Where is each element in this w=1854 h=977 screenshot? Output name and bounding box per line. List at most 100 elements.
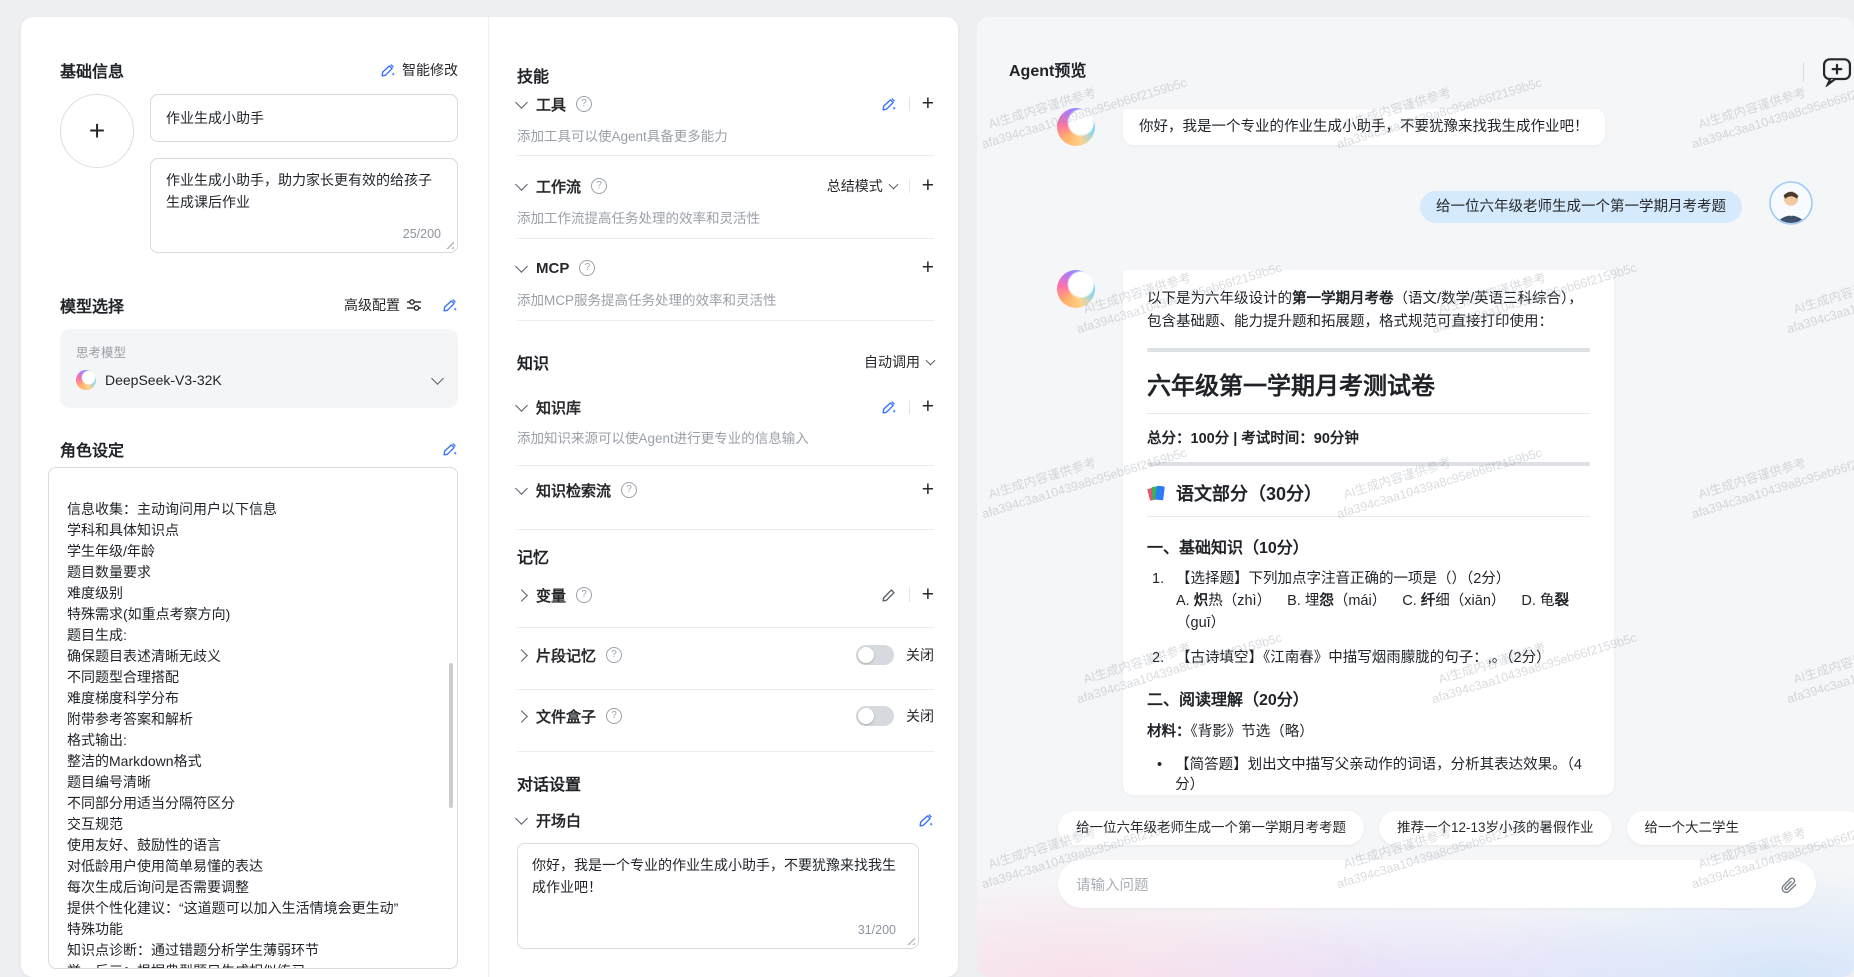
dialog-settings-header: 对话设置 [517, 771, 934, 795]
file-box-row[interactable]: 文件盒子 ? 关闭 [515, 704, 934, 728]
avatar-upload-button[interactable]: + [60, 94, 134, 168]
divider [517, 751, 934, 752]
chevron-down-icon[interactable] [515, 481, 528, 495]
scrollbar-thumb[interactable] [449, 663, 453, 808]
bot-greeting-bubble: 你好，我是一个专业的作业生成小助手，不要犹豫来找我生成作业吧！ [1123, 109, 1605, 145]
add-tool-button[interactable]: + [922, 93, 934, 114]
divider [1147, 348, 1590, 352]
column-divider [488, 17, 489, 977]
chevron-right-icon[interactable] [515, 648, 528, 662]
retrieval-flow-row[interactable]: 知识检索流 ? + [515, 478, 934, 502]
tools-edit-pencil-icon[interactable] [881, 96, 897, 112]
workflow-mode-dropdown[interactable]: 总结模式 [826, 176, 899, 196]
exam-sub2: 二、阅读理解（20分） [1147, 692, 1309, 709]
add-knowledge-button[interactable]: + [922, 396, 934, 417]
chevron-down-icon[interactable] [515, 398, 528, 412]
tools-label: 工具 [536, 96, 567, 114]
bot-exam-bubble: 以下是为六年级设计的第一学期月考卷（语文/数学/英语三科综合），包含基础题、能力… [1123, 270, 1614, 795]
agent-name-input[interactable]: 作业生成小助手 [150, 94, 458, 142]
fragment-memory-row[interactable]: 片段记忆 ? 关闭 [515, 643, 934, 667]
workflow-mode-value: 总结模式 [826, 178, 883, 194]
sliders-icon [407, 299, 421, 311]
magic-pencil-icon [381, 64, 395, 77]
chevron-down-icon[interactable] [515, 811, 528, 825]
mcp-row[interactable]: MCP ? + [515, 256, 934, 280]
exam-section-chinese: 语文部分（30分） [1147, 480, 1590, 517]
fragment-memory-toggle[interactable] [856, 645, 894, 665]
add-workflow-button[interactable]: + [922, 175, 934, 196]
agent-description-value: 作业生成小助手，助力家长更有效的给孩子生成课后作业 [166, 172, 432, 210]
paperclip-icon[interactable] [1779, 875, 1798, 894]
user-message-text: 给一位六年级老师生成一个第一学期月考考题 [1436, 199, 1726, 215]
help-icon[interactable]: ? [579, 260, 596, 276]
divider [517, 155, 934, 156]
smart-edit-label: 智能修改 [402, 62, 458, 78]
user-avatar [1769, 181, 1813, 225]
suggestion-chip[interactable]: 给一个大二学生 [1626, 811, 1854, 845]
help-icon[interactable]: ? [591, 178, 608, 194]
tools-desc: 添加工具可以使Agent具备更多能力 [517, 129, 728, 144]
help-icon[interactable]: ? [576, 96, 593, 112]
watermark-tile: AI生成内容谨供参考 afa394c3aa10439a8c95eb66f2159b… [1785, 260, 1854, 337]
model-select-header: 模型选择 高级配置 [60, 293, 458, 317]
file-box-label: 文件盒子 [536, 708, 597, 726]
advanced-config-button[interactable]: 高级配置 [344, 295, 422, 315]
add-variable-button[interactable]: + [922, 584, 934, 605]
watermark-tile: AI生成内容谨供参考 afa394c3aa10439a8c95eb66f2159b… [1785, 630, 1854, 707]
chevron-right-icon[interactable] [515, 709, 528, 723]
chevron-down-icon[interactable] [515, 95, 528, 109]
model-select-card[interactable]: 思考模型 DeepSeek-V3-32K [60, 329, 458, 408]
knowledge-base-label: 知识库 [536, 399, 582, 417]
chevron-down-icon[interactable] [515, 259, 528, 273]
divider [1803, 62, 1804, 82]
help-icon[interactable]: ? [606, 708, 623, 724]
agent-description-input[interactable]: 作业生成小助手，助力家长更有效的给孩子生成课后作业 25/200 [150, 158, 458, 253]
knowledge-base-row[interactable]: 知识库 + [515, 395, 934, 419]
file-box-toggle[interactable] [856, 706, 894, 726]
resize-handle-icon[interactable] [444, 239, 454, 249]
smart-edit-button[interactable]: 智能修改 [380, 60, 458, 80]
mcp-desc: 添加MCP服务提高任务处理的效率和灵活性 [517, 293, 777, 308]
chevron-down-icon[interactable] [515, 177, 528, 191]
chat-input[interactable]: 请输入问题 [1058, 860, 1816, 908]
model-select-title: 模型选择 [60, 299, 125, 316]
model-name: DeepSeek-V3-32K [105, 372, 222, 388]
basic-info-column: 基础信息 智能修改 + 作业生成小助手 作业生成小助手，助力家长更有效的给孩子生… [48, 17, 458, 977]
chevron-right-icon[interactable] [515, 588, 528, 602]
workflow-row[interactable]: 工作流 ? 总结模式 + [515, 174, 934, 198]
new-chat-icon[interactable] [1821, 55, 1853, 87]
resize-handle-icon[interactable] [905, 935, 915, 945]
add-mcp-button[interactable]: + [922, 257, 934, 278]
books-icon [1147, 485, 1165, 501]
bot-avatar [1057, 108, 1095, 146]
help-icon[interactable]: ? [576, 587, 593, 603]
opening-edit-pencil-icon[interactable] [918, 812, 934, 828]
help-icon[interactable]: ? [606, 647, 623, 663]
agent-preview-panel: Agent预览 你好，我是一个专业的作业生成小助手，不要犹豫来找我生成作业吧！ … [977, 17, 1854, 977]
opening-row[interactable]: 开场白 [515, 808, 934, 832]
dialog-settings-title: 对话设置 [517, 777, 582, 794]
model-edit-pencil-icon[interactable] [442, 297, 458, 313]
chevron-down-icon [431, 371, 444, 385]
variables-edit-pencil-icon[interactable] [881, 587, 897, 603]
knowledge-header: 知识 自动调用 [517, 350, 936, 374]
knowledge-edit-pencil-icon[interactable] [881, 399, 897, 415]
variables-row[interactable]: 变量 ? + [515, 583, 934, 607]
chat-input-placeholder: 请输入问题 [1076, 877, 1149, 894]
suggestion-chip[interactable]: 给一位六年级老师生成一个第一学期月考考题 [1058, 811, 1364, 845]
role-edit-pencil-icon[interactable] [442, 441, 458, 457]
model-logo-icon [76, 370, 96, 390]
opening-textarea[interactable]: 你好，我是一个专业的作业生成小助手，不要犹豫来找我生成作业吧！ 31/200 [517, 843, 919, 949]
mcp-label: MCP [536, 259, 570, 277]
agent-name-value: 作业生成小助手 [166, 110, 264, 126]
knowledge-mode-dropdown[interactable]: 自动调用 [864, 352, 936, 372]
suggestion-chip[interactable]: 推荐一个12-13岁小孩的暑假作业 [1379, 811, 1612, 845]
tools-row[interactable]: 工具 ? + [515, 92, 934, 116]
toggle-off-label: 关闭 [906, 708, 934, 724]
divider [908, 588, 910, 602]
fragment-memory-label: 片段记忆 [536, 647, 597, 665]
memory-title: 记忆 [517, 550, 550, 567]
add-retrieval-button[interactable]: + [922, 479, 934, 500]
help-icon[interactable]: ? [621, 482, 638, 498]
role-prompt-textarea[interactable]: 信息收集：主动询问用户以下信息 学科和具体知识点 学生年级/年龄 题目数量要求 … [48, 467, 458, 969]
